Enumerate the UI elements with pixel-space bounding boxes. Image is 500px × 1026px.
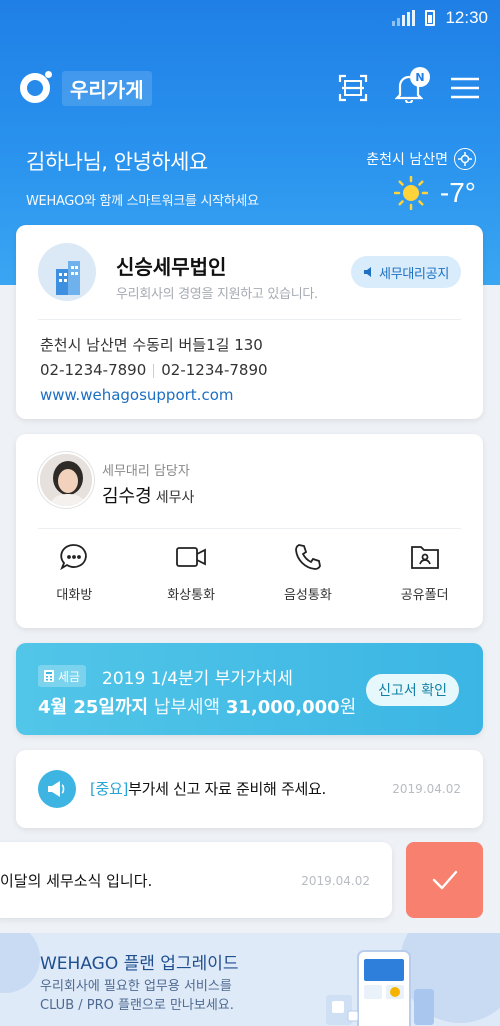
manager-role: 세무대리 담당자	[102, 464, 190, 479]
tax-due-date: 4월 25일까지	[38, 697, 149, 718]
notice-item[interactable]: [중요]부가세 신고 자료 준비해 주세요. 2019.04.02	[16, 750, 483, 828]
divider	[38, 319, 461, 320]
video-call-button[interactable]: 화상통화	[133, 542, 250, 603]
app-logo-icon	[20, 71, 52, 103]
phone-icon	[294, 544, 321, 570]
greeting-title: 김하나님, 안녕하세요	[26, 150, 208, 174]
banner-description: 우리회사에 필요한 업무용 서비스를 CLUB / PRO 플랜으로 만나보세요…	[40, 977, 234, 1015]
greeting: 김하나님, 안녕하세요 WEHAGO와 함께 스마트워크를 시작하세요	[26, 146, 259, 209]
weather-location: 춘천시 남산면	[366, 152, 448, 168]
chat-room-button[interactable]: 대화방	[16, 542, 133, 603]
office-name: 신승세무법인	[116, 255, 227, 279]
plan-upgrade-banner[interactable]: WEHAGO 플랜 업그레이드 우리회사에 필요한 업무용 서비스를 CLUB …	[0, 933, 500, 1026]
check-icon	[432, 870, 457, 890]
news-text: 이달의 세무소식 입니다.	[0, 872, 153, 890]
news-item-swiped[interactable]: 이달의 세무소식 입니다. 2019.04.02	[0, 842, 392, 918]
manager-title: 세무사	[155, 490, 195, 506]
tax-tag-label: 세금	[58, 669, 81, 684]
office-contact-info: 춘천시 남산면 수동리 버들1길 130 02-1234-7890 02-1234…	[40, 333, 268, 408]
app-title[interactable]: 우리가게	[62, 70, 152, 106]
manager-name: 김수경	[102, 486, 152, 507]
signal-icon	[392, 10, 416, 26]
video-call-icon	[176, 547, 207, 567]
tax-title: 2019 1/4분기 부가가치세	[102, 669, 293, 689]
manager-avatar	[38, 452, 94, 508]
office-notice-button[interactable]: 세무대리공지	[351, 256, 461, 288]
contact-actions: 대화방 화상통화 음성통화 공유폴더	[16, 542, 483, 603]
greeting-subtitle: WEHAGO와 함께 스마트워크를 시작하세요	[26, 194, 259, 209]
tax-tag: 세금	[38, 665, 87, 687]
tax-amount-unit: 원	[339, 697, 357, 718]
office-phone-1[interactable]: 02-1234-7890	[40, 361, 146, 379]
calculator-icon	[44, 670, 54, 682]
office-notice-label: 세무대리공지	[379, 266, 449, 282]
report-confirm-button[interactable]: 신고서 확인	[366, 674, 459, 706]
tax-amount-line: 4월 25일까지 납부세액 31,000,000원	[38, 693, 356, 719]
temperature: -7°	[439, 177, 476, 208]
shared-folder-button[interactable]: 공유폴더	[366, 542, 483, 603]
news-date: 2019.04.02	[301, 874, 370, 888]
voice-call-button[interactable]: 음성통화	[250, 542, 367, 603]
notice-date: 2019.04.02	[392, 782, 461, 796]
tax-amount: 31,000,000	[225, 697, 340, 718]
vat-tax-card[interactable]: 세금 2019 1/4분기 부가가치세 4월 25일까지 납부세액 31,000…	[16, 643, 483, 735]
banner-line-1: 우리회사에 필요한 업무용 서비스를	[40, 979, 232, 994]
notice-text: 부가세 신고 자료 준비해 주세요.	[128, 780, 326, 798]
banner-title: WEHAGO 플랜 업그레이드	[40, 954, 239, 974]
divider	[38, 528, 461, 529]
menu-icon[interactable]	[450, 73, 480, 103]
office-website-link[interactable]: www.wehagosupport.com	[40, 383, 268, 408]
speaker-icon	[364, 267, 372, 277]
office-description: 우리회사의 경영을 지원하고 있습니다.	[116, 287, 318, 302]
chat-label: 대화방	[56, 588, 93, 603]
office-building-icon	[38, 243, 96, 301]
chat-icon	[60, 544, 88, 571]
tax-manager-card: 세무대리 담당자 김수경 세무사 대화방 화상통화 음성통화 공유폴더	[16, 434, 483, 628]
video-call-label: 화상통화	[167, 588, 216, 603]
bell-icon[interactable]: N	[394, 67, 430, 103]
sun-icon	[393, 176, 428, 210]
notification-badge: N	[410, 67, 430, 87]
office-address: 춘천시 남산면 수동리 버들1길 130	[40, 336, 263, 354]
status-bar: 12:30	[0, 0, 500, 36]
battery-icon	[425, 10, 436, 26]
tax-amount-label: 납부세액	[153, 697, 221, 718]
office-phone-2[interactable]: 02-1234-7890	[161, 361, 267, 379]
app-header: 우리가게 N	[20, 67, 480, 108]
notice-importance-tag: [중요]	[90, 780, 129, 798]
qr-scan-icon[interactable]	[338, 73, 368, 103]
weather-widget: 춘천시 남산면 -7°	[366, 148, 476, 210]
voice-call-label: 음성통화	[283, 588, 332, 603]
location-target-icon[interactable]	[454, 148, 476, 170]
tax-office-card[interactable]: 신승세무법인 우리회사의 경영을 지원하고 있습니다. 세무대리공지 춘천시 남…	[16, 225, 483, 419]
mark-read-button[interactable]	[406, 842, 483, 918]
phone-illustration-icon	[326, 950, 434, 1026]
shared-folder-label: 공유폴더	[400, 588, 449, 603]
status-time: 12:30	[445, 8, 488, 27]
megaphone-icon	[38, 770, 76, 808]
shared-folder-icon	[410, 546, 439, 569]
banner-decoration	[0, 933, 40, 993]
banner-line-2: CLUB / PRO 플랜으로 만나보세요.	[40, 998, 234, 1013]
